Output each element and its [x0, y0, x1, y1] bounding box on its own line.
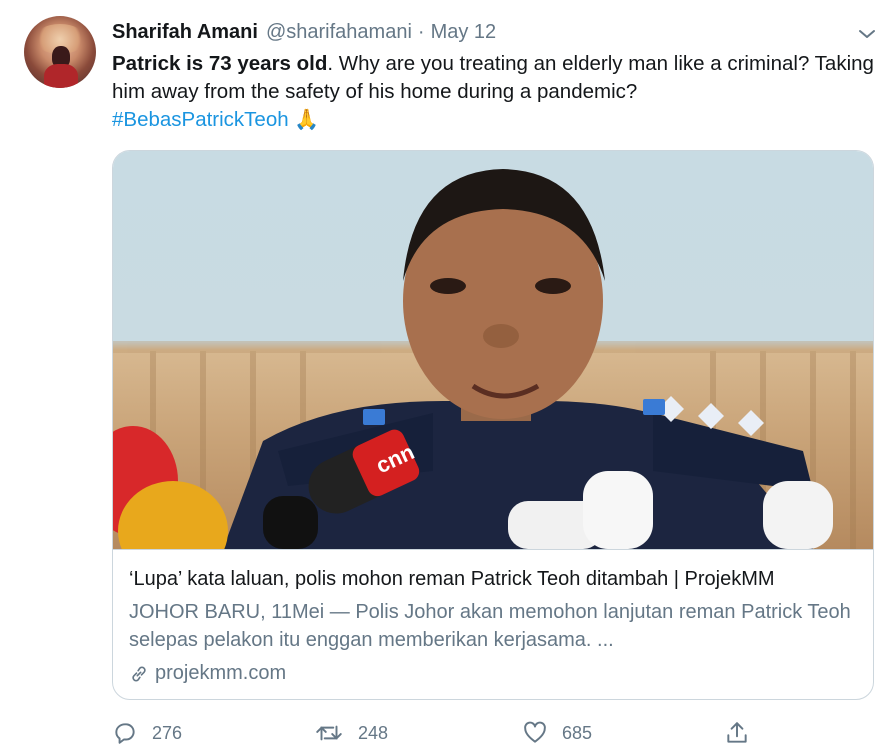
pray-emoji: 🙏	[294, 109, 320, 131]
tweet-text-bold: Patrick is 73 years old	[112, 52, 328, 75]
card-photo: cnn	[113, 169, 873, 549]
avatar[interactable]	[24, 16, 96, 88]
card-description: JOHOR BARU, 11Mei — Polis Johor akan mem…	[129, 601, 851, 651]
link-card[interactable]: cnn ‘Lupa’ kata laluan, polis mohon rema…	[112, 150, 874, 700]
reply-count: 276	[152, 722, 183, 743]
author-name[interactable]: Sharifah Amani	[112, 21, 258, 44]
like-icon	[524, 721, 546, 743]
card-domain-text: projekmm.com	[155, 662, 287, 684]
hashtag-link[interactable]: #BebasPatrickTeoh	[112, 108, 289, 131]
share-button[interactable]	[724, 720, 764, 746]
tweet-date[interactable]: May 12	[431, 21, 497, 44]
reply-icon	[115, 723, 135, 744]
separator: ·	[417, 20, 425, 43]
caret-down-icon[interactable]	[855, 22, 879, 46]
like-button[interactable]: 685	[522, 720, 592, 746]
card-domain: projekmm.com	[129, 662, 286, 685]
avatar-detail	[44, 64, 78, 88]
author-handle[interactable]: @sharifahamani	[266, 21, 412, 44]
retweet-icon	[316, 725, 342, 741]
share-icon	[727, 722, 747, 743]
reply-button[interactable]: 276	[112, 720, 182, 746]
retweet-count: 248	[358, 722, 389, 743]
tweet-actions: 276 248 685	[112, 720, 872, 750]
card-image: cnn	[113, 151, 873, 549]
retweet-button[interactable]: 248	[314, 720, 388, 746]
tweet-header: Sharifah Amani @sharifahamani · May 12	[112, 19, 496, 45]
card-text-area: ‘Lupa’ kata laluan, polis mohon reman Pa…	[113, 549, 873, 699]
tweet-text: Patrick is 73 years old. Why are you tre…	[112, 50, 882, 134]
card-title: ‘Lupa’ kata laluan, polis mohon reman Pa…	[129, 568, 775, 590]
link-icon	[132, 665, 146, 682]
like-count: 685	[562, 722, 593, 743]
